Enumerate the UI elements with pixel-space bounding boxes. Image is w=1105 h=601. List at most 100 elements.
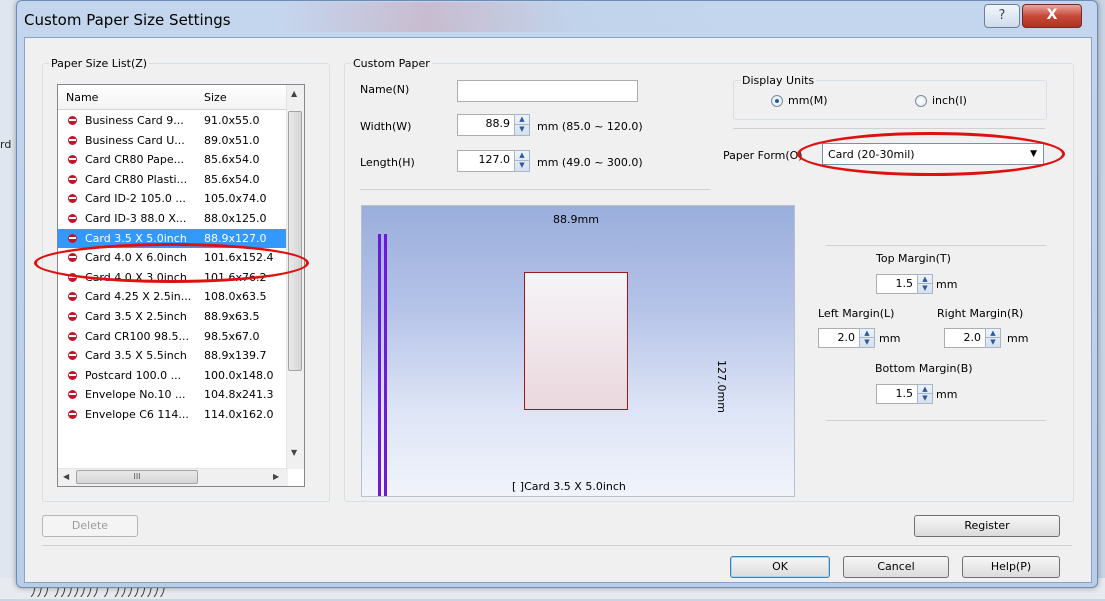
top-margin-input[interactable]: 1.5 (876, 274, 918, 294)
length-input[interactable]: 127.0 (457, 150, 515, 172)
list-item-size: 85.6x54.0 (204, 153, 260, 167)
column-header-size[interactable]: Size (204, 91, 227, 104)
list-item-name: Card 3.5 X 5.5inch (85, 349, 187, 363)
bottom-margin-unit: mm (936, 388, 958, 401)
vertical-scroll-thumb[interactable] (288, 111, 302, 371)
list-item[interactable]: Card 3.5 X 2.5inch 88.9x63.5 (58, 307, 288, 326)
scroll-right-arrow-icon[interactable]: ▶ (273, 472, 279, 481)
list-item[interactable]: Postcard 100.0 ... 100.0x148.0 (58, 366, 288, 385)
list-item-name: Card CR80 Plasti... (85, 172, 188, 186)
length-spinner[interactable]: ▲ ▼ (514, 150, 530, 172)
spin-up-icon[interactable]: ▲ (918, 275, 932, 284)
list-item[interactable]: Business Card U... 89.0x51.0 (58, 131, 288, 150)
vertical-scrollbar[interactable]: ▲ ▼ (286, 85, 304, 469)
spin-up-icon[interactable]: ▲ (918, 385, 932, 394)
spin-up-icon[interactable]: ▲ (515, 115, 529, 125)
spin-down-icon[interactable]: ▼ (860, 338, 874, 347)
spin-down-icon[interactable]: ▼ (515, 125, 529, 135)
list-item-name: Envelope No.10 ... (85, 388, 186, 402)
scroll-down-arrow-icon[interactable]: ▼ (291, 448, 297, 457)
horizontal-scroll-thumb[interactable]: III (76, 470, 198, 484)
list-item[interactable]: Card ID-2 105.0 ... 105.0x74.0 (58, 189, 288, 208)
list-item-size: 98.5x67.0 (204, 329, 260, 343)
paper-item-icon (68, 155, 77, 165)
list-item[interactable]: Card ID-3 88.0 X... 88.0x125.0 (58, 209, 288, 228)
mm-radio[interactable] (771, 95, 783, 107)
custom-paper-label: Custom Paper (353, 57, 430, 70)
paper-size-list-label: Paper Size List(Z) (51, 57, 148, 70)
paper-item-icon (68, 233, 77, 243)
list-item-name: Card CR100 98.5... (85, 329, 190, 343)
horizontal-scrollbar[interactable]: ◀ III ▶ (58, 468, 288, 486)
spin-down-icon[interactable]: ▼ (918, 284, 932, 293)
mm-radio-label[interactable]: mm(M) (788, 94, 828, 107)
width-spinner[interactable]: ▲ ▼ (514, 114, 530, 136)
register-button[interactable]: Register (914, 515, 1060, 537)
display-units-label: Display Units (742, 74, 815, 87)
list-item-name: Card ID-2 105.0 ... (85, 192, 186, 206)
scroll-left-arrow-icon[interactable]: ◀ (63, 472, 69, 481)
dialog-title: Custom Paper Size Settings (24, 11, 231, 29)
divider (826, 245, 1046, 246)
preview-length-arrow (384, 234, 387, 496)
list-item-name: Business Card 9... (85, 114, 184, 127)
length-label: Length(H) (360, 156, 415, 169)
paper-size-list[interactable]: Name Size Business Card 9... 91.0x55.0 Bus… (57, 84, 305, 487)
width-label: Width(W) (360, 120, 412, 133)
right-margin-input[interactable]: 2.0 (944, 328, 986, 348)
list-item-size: 114.0x162.0 (204, 408, 274, 421)
width-input[interactable]: 88.9 (457, 114, 515, 136)
spin-down-icon[interactable]: ▼ (918, 394, 932, 403)
list-item-size: 100.0x148.0 (204, 368, 274, 382)
list-item[interactable]: Card CR100 98.5... 98.5x67.0 (58, 327, 288, 346)
cancel-button[interactable]: Cancel (843, 556, 949, 578)
divider (733, 128, 1045, 129)
highlight-circle-paper-form (797, 132, 1065, 176)
right-margin-spinner[interactable]: ▲ ▼ (985, 328, 1001, 348)
list-item-size: 91.0x55.0 (204, 114, 260, 127)
width-range: mm (85.0 ~ 120.0) (537, 120, 643, 133)
title-bar-glare (280, 2, 720, 32)
list-item[interactable]: Card CR80 Plasti... 85.6x54.0 (58, 170, 288, 189)
highlight-circle-selected-item (34, 243, 309, 283)
preview-length-arrow (378, 234, 381, 496)
spin-down-icon[interactable]: ▼ (986, 338, 1000, 347)
list-item-name: Envelope C6 114... (85, 408, 189, 421)
bottom-margin-input[interactable]: 1.5 (876, 384, 918, 404)
spin-up-icon[interactable]: ▲ (986, 329, 1000, 338)
list-item[interactable]: Card CR80 Pape... 85.6x54.0 (58, 150, 288, 169)
scroll-up-arrow-icon[interactable]: ▲ (291, 89, 297, 98)
paper-item-icon (68, 370, 77, 380)
right-margin-unit: mm (1007, 332, 1029, 345)
list-item[interactable]: Envelope C6 114... 114.0x162.0 (58, 405, 288, 424)
help-icon[interactable]: ? (984, 4, 1020, 28)
list-item[interactable]: Envelope No.10 ... 104.8x241.3 (58, 385, 288, 404)
list-item-name: Business Card U... (85, 133, 185, 147)
top-margin-spinner[interactable]: ▲ ▼ (917, 274, 933, 294)
delete-button[interactable]: Delete (42, 515, 138, 537)
list-item[interactable]: Business Card 9... 91.0x55.0 (58, 111, 288, 130)
preview-paper-rect (524, 272, 628, 410)
column-header-name[interactable]: Name (66, 91, 98, 104)
paper-item-icon (68, 116, 77, 125)
list-item[interactable]: Card 3.5 X 5.5inch 88.9x139.7 (58, 346, 288, 365)
left-margin-spinner[interactable]: ▲ ▼ (859, 328, 875, 348)
bottom-margin-label: Bottom Margin(B) (875, 362, 973, 375)
help-button[interactable]: Help(P) (962, 556, 1060, 578)
ok-button[interactable]: OK (730, 556, 830, 578)
close-icon[interactable]: X (1022, 4, 1082, 28)
list-item-name: Card 4.25 X 2.5in... (85, 290, 192, 304)
name-label: Name(N) (360, 83, 410, 96)
spin-up-icon[interactable]: ▲ (515, 151, 529, 161)
inch-radio-label[interactable]: inch(I) (932, 94, 967, 107)
list-item-size: 89.0x51.0 (204, 133, 260, 147)
bottom-margin-spinner[interactable]: ▲ ▼ (917, 384, 933, 404)
spin-down-icon[interactable]: ▼ (515, 161, 529, 171)
inch-radio[interactable] (915, 95, 927, 107)
spin-up-icon[interactable]: ▲ (860, 329, 874, 338)
list-item-name: Postcard 100.0 ... (85, 368, 182, 382)
list-item-size: 85.6x54.0 (204, 172, 260, 186)
left-margin-input[interactable]: 2.0 (818, 328, 860, 348)
name-input[interactable] (457, 80, 638, 102)
list-item[interactable]: Card 4.25 X 2.5in... 108.0x63.5 (58, 287, 288, 306)
